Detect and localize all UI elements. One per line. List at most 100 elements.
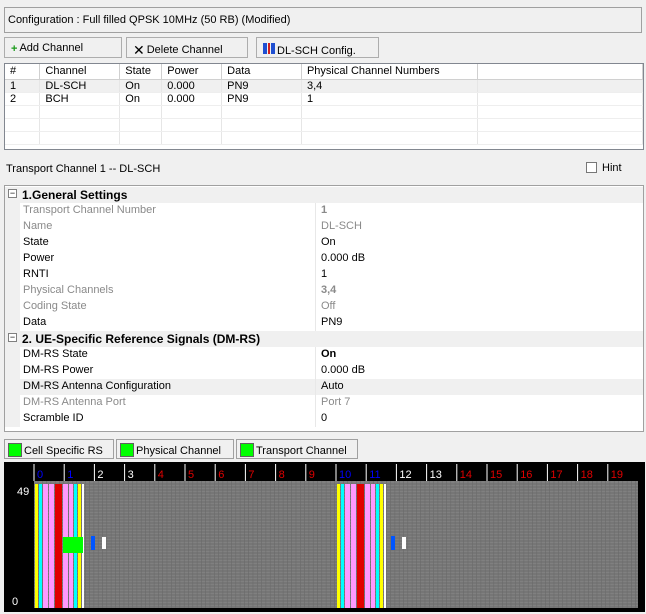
rb-column bbox=[43, 484, 48, 608]
resource-grid-panel[interactable]: 49 0 0 1 2 3 4 5 6 7 8 9 10 11 12 13 14 15 16 17 18 19 bbox=[4, 462, 645, 612]
legend-swatch bbox=[120, 443, 134, 457]
y-axis-top-label: 49 bbox=[17, 486, 29, 498]
channel-table: # Channel State Power Data Physical Chan… bbox=[4, 63, 644, 150]
property-row[interactable]: Transport Channel Number 1 bbox=[5, 203, 643, 219]
rb-column bbox=[337, 484, 340, 608]
legend-physical-channel[interactable]: Physical Channel bbox=[116, 439, 234, 459]
column-header[interactable]: Data bbox=[221, 64, 302, 80]
rb-column bbox=[341, 484, 344, 608]
column-header-empty bbox=[477, 64, 643, 80]
table-cell: 1 bbox=[301, 92, 478, 106]
subframe-label: 18 bbox=[581, 469, 593, 481]
delete-icon: ✕ bbox=[133, 42, 145, 58]
property-row[interactable]: RNTI 1 bbox=[5, 267, 643, 283]
property-row[interactable]: Data PN9 bbox=[5, 315, 643, 331]
property-value: 0 bbox=[321, 412, 328, 424]
section-general-settings[interactable]: − 1.General Settings bbox=[5, 187, 643, 203]
transport-channel-title: Transport Channel 1 -- DL-SCH bbox=[6, 163, 161, 175]
rb-column bbox=[371, 484, 375, 608]
property-value: 0.000 dB bbox=[321, 364, 366, 376]
property-row[interactable]: Physical Channels 3,4 bbox=[5, 283, 643, 299]
subframe-label: 2 bbox=[97, 469, 103, 481]
delete-channel-button[interactable]: ✕ Delete Channel bbox=[126, 37, 248, 58]
table-cell: On bbox=[119, 79, 163, 93]
subframe-label: 5 bbox=[188, 469, 194, 481]
table-row[interactable]: 2 BCH On 0.000 PN9 1 bbox=[5, 92, 643, 106]
legend-label: Physical Channel bbox=[136, 445, 221, 457]
property-name: Data bbox=[23, 316, 47, 328]
add-channel-label: Add Channel bbox=[19, 42, 84, 54]
subframe-label: 4 bbox=[158, 469, 164, 481]
property-name: RNTI bbox=[23, 268, 49, 280]
subframe-label: 16 bbox=[520, 469, 532, 481]
property-row[interactable]: Name DL-SCH bbox=[5, 219, 643, 235]
property-value: Port 7 bbox=[321, 396, 351, 408]
legend-swatch bbox=[8, 443, 22, 457]
table-cell: 0.000 bbox=[161, 92, 223, 106]
table-cell: 1 bbox=[5, 79, 41, 93]
dlsch-config-label: DL-SCH Config. bbox=[277, 45, 356, 57]
rb-column bbox=[376, 484, 379, 608]
legend-cell-specific-rs[interactable]: Cell Specific RS bbox=[4, 439, 114, 459]
property-row[interactable]: State On bbox=[5, 235, 643, 251]
subframe-label: 6 bbox=[218, 469, 224, 481]
rb-column bbox=[357, 484, 364, 608]
resource-grid[interactable]: 49 0 0 1 2 3 4 5 6 7 8 9 10 11 12 13 14 15 16 17 18 19 bbox=[4, 462, 645, 612]
subframe-label: 14 bbox=[460, 469, 472, 481]
column-header[interactable]: State bbox=[119, 64, 163, 80]
property-row[interactable]: Scramble ID 0 bbox=[5, 411, 643, 427]
column-header[interactable]: Physical Channel Numbers bbox=[301, 64, 478, 80]
property-name: State bbox=[23, 236, 49, 248]
property-name: DM-RS Antenna Configuration bbox=[23, 380, 171, 392]
legend-label: Transport Channel bbox=[256, 445, 347, 457]
property-row[interactable]: DM-RS Antenna Port Port 7 bbox=[5, 395, 643, 411]
table-row[interactable]: 1 DL-SCH On 0.000 PN9 3,4 bbox=[5, 79, 643, 93]
property-row[interactable]: DM-RS Antenna Configuration Auto bbox=[5, 379, 643, 395]
subframe-label: 17 bbox=[550, 469, 562, 481]
bch-region bbox=[63, 537, 83, 553]
subframe-label: 1 bbox=[67, 469, 73, 481]
dmrs-marker bbox=[402, 537, 406, 549]
section-title: 1.General Settings bbox=[22, 188, 128, 202]
hint-label: Hint bbox=[602, 162, 622, 174]
table-row-empty bbox=[5, 131, 643, 145]
property-value: 0.000 dB bbox=[321, 252, 366, 264]
collapse-icon[interactable]: − bbox=[8, 189, 17, 198]
subframe-label: 15 bbox=[490, 469, 502, 481]
property-name: DM-RS Antenna Port bbox=[23, 396, 126, 408]
legend-transport-channel[interactable]: Transport Channel bbox=[236, 439, 358, 459]
section-dmrs[interactable]: − 2. UE-Specific Reference Signals (DM-R… bbox=[5, 331, 643, 347]
subframe-label: 0 bbox=[37, 469, 43, 481]
property-value: Off bbox=[321, 300, 336, 312]
rb-column bbox=[345, 484, 350, 608]
property-name: Scramble ID bbox=[23, 412, 84, 424]
subframe-label: 11 bbox=[369, 469, 380, 481]
subframe-label: 9 bbox=[309, 469, 315, 481]
property-row[interactable]: Power 0.000 dB bbox=[5, 251, 643, 267]
property-row[interactable]: Coding State Off bbox=[5, 299, 643, 315]
rb-column bbox=[380, 484, 383, 608]
table-cell: 0.000 bbox=[161, 79, 223, 93]
table-row-empty bbox=[5, 118, 643, 132]
property-row[interactable]: DM-RS Power 0.000 dB bbox=[5, 363, 643, 379]
table-cell bbox=[477, 92, 643, 106]
table-cell: PN9 bbox=[221, 79, 302, 93]
property-value: 1 bbox=[321, 204, 328, 216]
table-cell: DL-SCH bbox=[39, 79, 121, 93]
checkbox-icon[interactable] bbox=[586, 162, 597, 173]
rb-column bbox=[55, 484, 62, 608]
add-channel-button[interactable]: + Add Channel bbox=[4, 37, 122, 58]
dlsch-config-button[interactable]: DL-SCH Config. bbox=[256, 37, 379, 58]
column-header[interactable]: # bbox=[5, 64, 41, 80]
property-row[interactable]: DM-RS State On bbox=[5, 347, 643, 363]
property-value: Auto bbox=[321, 380, 344, 392]
configuration-title: Configuration : Full filled QPSK 10MHz (… bbox=[4, 7, 642, 33]
collapse-icon[interactable]: − bbox=[8, 333, 17, 342]
hint-checkbox[interactable]: Hint bbox=[586, 162, 622, 174]
property-value: On bbox=[321, 236, 336, 248]
column-header[interactable]: Power bbox=[161, 64, 223, 80]
delete-channel-label: Delete Channel bbox=[146, 44, 223, 56]
column-header[interactable]: Channel bbox=[39, 64, 121, 80]
legend-swatch bbox=[240, 443, 254, 457]
table-cell: 3,4 bbox=[301, 79, 478, 93]
